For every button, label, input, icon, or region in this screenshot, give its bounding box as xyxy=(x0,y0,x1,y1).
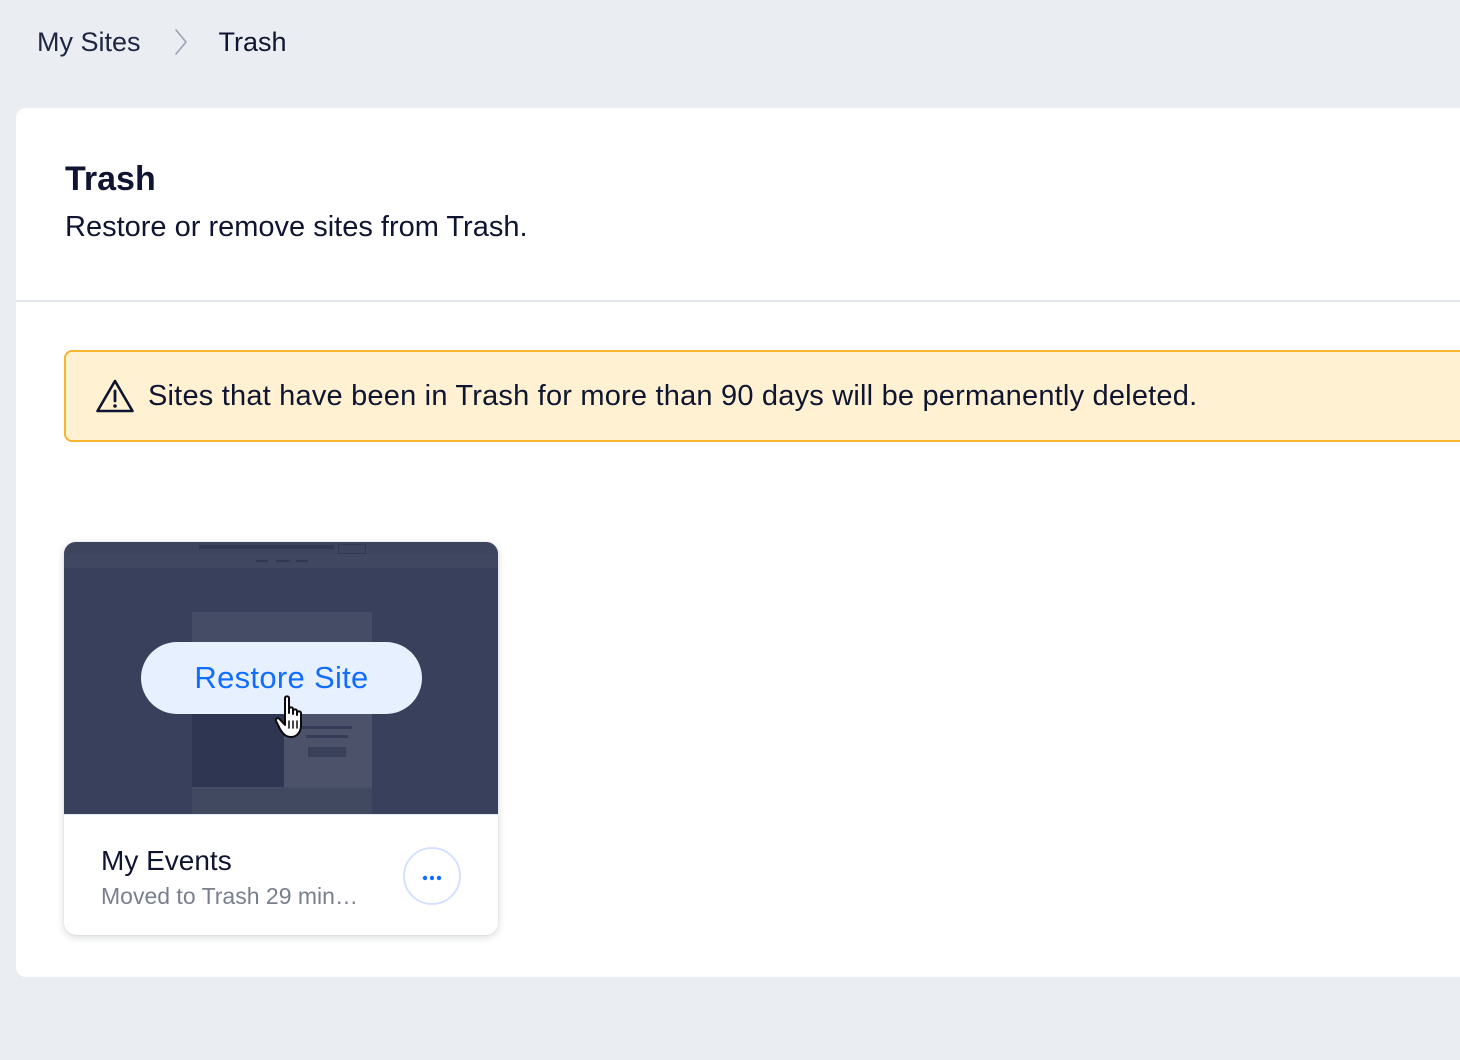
more-dots-icon xyxy=(421,869,443,884)
page-title: Trash xyxy=(65,160,156,198)
page-subtitle: Restore or remove sites from Trash. xyxy=(65,211,528,243)
chevron-right-icon xyxy=(174,28,188,56)
breadcrumb: My Sites Trash xyxy=(37,22,287,62)
hand-pointer-cursor-icon xyxy=(274,694,310,740)
warning-triangle-icon xyxy=(96,379,134,413)
site-moved-timestamp: Moved to Trash 29 minutes ago xyxy=(101,883,366,909)
breadcrumb-my-sites-link[interactable]: My Sites xyxy=(37,27,141,58)
breadcrumb-current-trash: Trash xyxy=(218,26,287,57)
header-divider xyxy=(16,300,1460,302)
retention-notice: Sites that have been in Trash for more t… xyxy=(64,350,1460,442)
site-name: My Events xyxy=(101,845,232,876)
more-actions-button[interactable] xyxy=(403,847,461,905)
site-card[interactable]: Restore Site My Events Moved to Trash 29… xyxy=(64,542,498,935)
site-card-footer: My Events Moved to Trash 29 minutes ago xyxy=(64,814,498,935)
site-thumbnail[interactable]: Restore Site xyxy=(64,542,498,814)
trash-panel: Trash Restore or remove sites from Trash… xyxy=(16,108,1460,977)
notice-text: Sites that have been in Trash for more t… xyxy=(148,379,1198,412)
